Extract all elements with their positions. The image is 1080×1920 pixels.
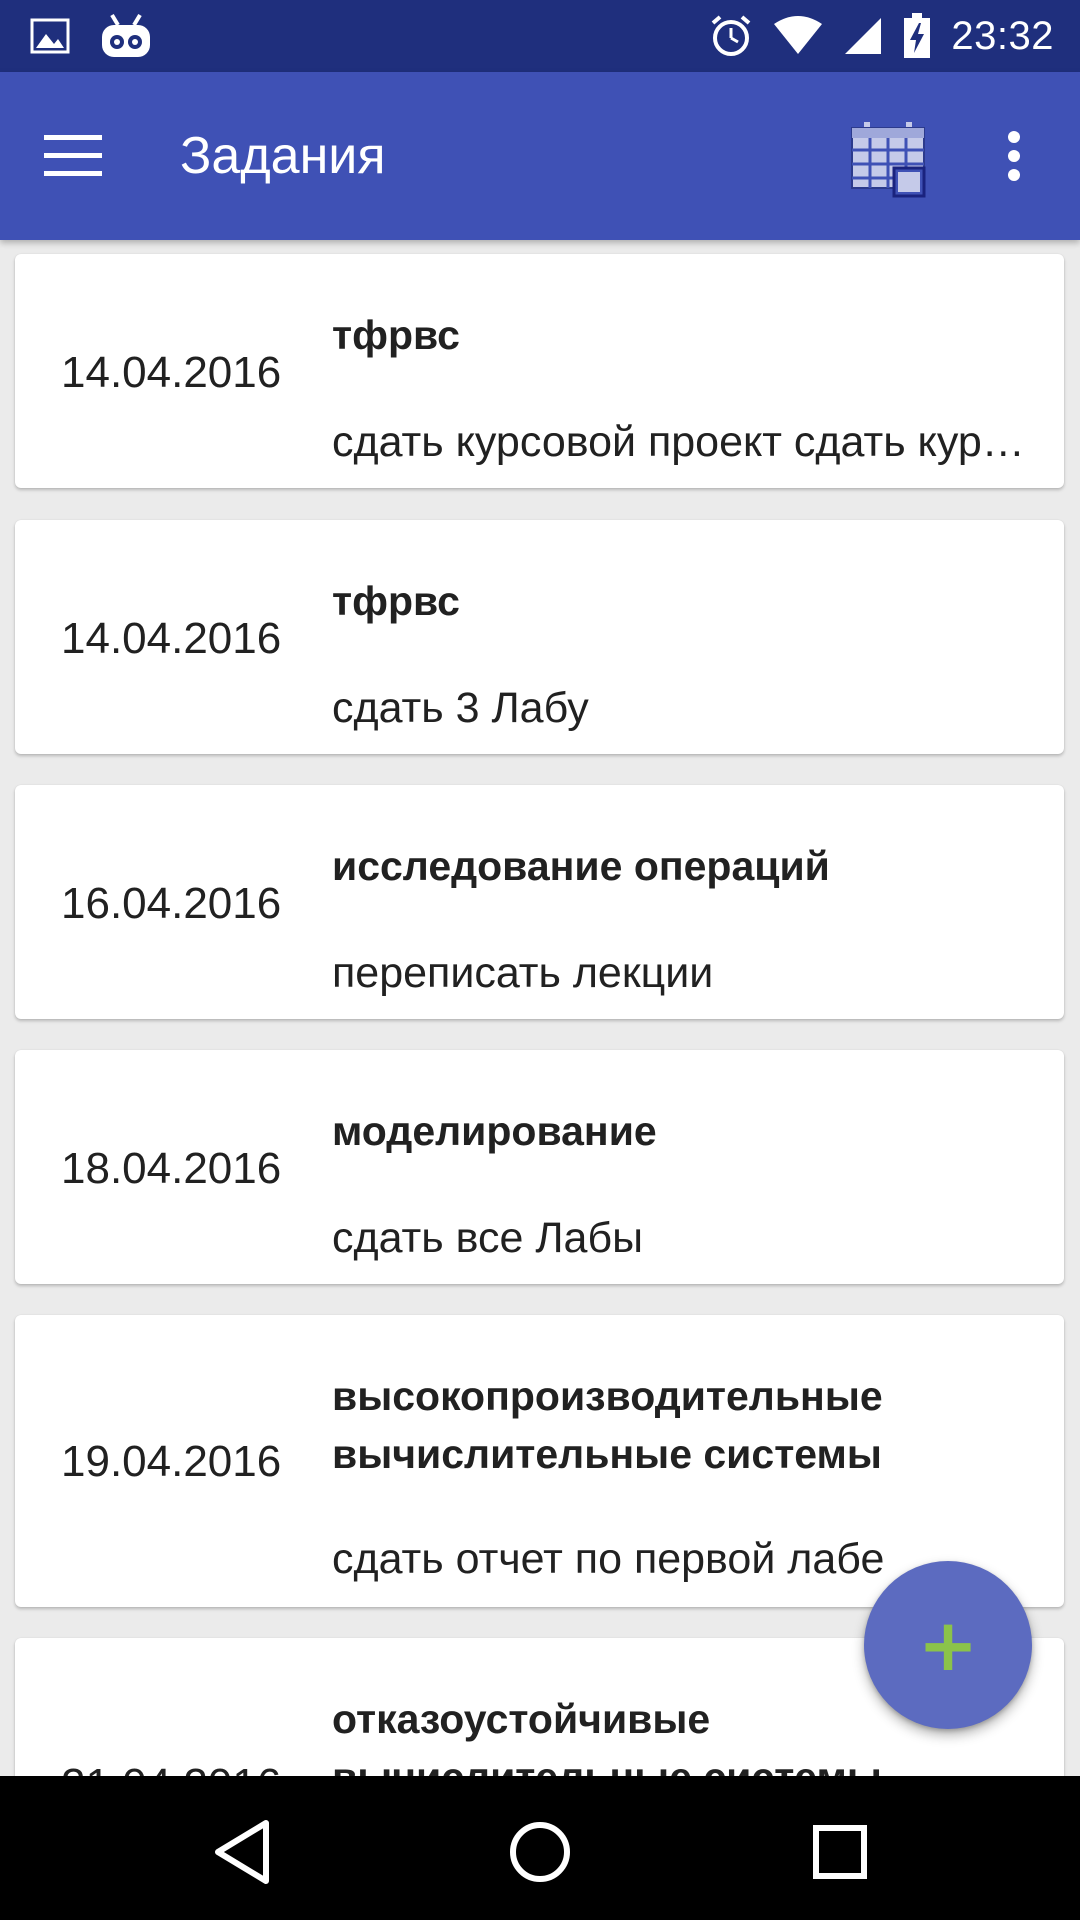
task-date: 21.04.2016 xyxy=(61,1760,281,1776)
wifi-icon xyxy=(773,16,823,56)
status-time: 23:32 xyxy=(951,13,1054,58)
task-list[interactable]: 14.04.2016 тфрвс сдать курсовой проект с… xyxy=(0,240,1080,1776)
task-card[interactable]: 14.04.2016 тфрвс сдать 3 Лабу xyxy=(15,520,1064,754)
task-date: 19.04.2016 xyxy=(61,1437,282,1486)
status-right-icons: 23:32 xyxy=(709,10,1054,62)
status-left-icons xyxy=(30,12,152,60)
calendar-icon[interactable] xyxy=(848,120,928,200)
task-date: 14.04.2016 xyxy=(61,614,282,663)
task-subject: тфрвс xyxy=(332,578,460,624)
task-subject: высокопроизводительные вычислительные си… xyxy=(332,1373,883,1477)
task-subject: моделирование xyxy=(332,1108,657,1154)
back-icon[interactable] xyxy=(202,1812,282,1892)
image-icon xyxy=(30,18,70,54)
task-date: 14.04.2016 xyxy=(61,348,282,397)
task-description: сдать курсовой проект сдать курсовой про… xyxy=(332,418,1027,466)
android-debug-icon xyxy=(100,13,152,59)
add-task-button[interactable]: + xyxy=(864,1561,1032,1729)
task-date: 18.04.2016 xyxy=(61,1144,282,1193)
battery-charging-icon xyxy=(903,13,931,59)
more-vert-icon[interactable] xyxy=(990,124,1038,188)
recents-icon[interactable] xyxy=(800,1812,880,1892)
task-card[interactable]: 14.04.2016 тфрвс сдать курсовой проект с… xyxy=(15,254,1064,488)
navigation-bar xyxy=(0,1776,1080,1920)
task-description: переписать лекции xyxy=(332,949,714,997)
screen: 23:32 Задания 14.04.2016 тфрвс сдать кур… xyxy=(0,0,1080,1920)
task-description: сдать все Лабы xyxy=(332,1214,643,1262)
task-subject: тфрвс xyxy=(332,312,460,358)
app-bar: Задания xyxy=(0,72,1080,240)
add-icon: + xyxy=(917,1603,979,1687)
task-description: сдать 3 Лабу xyxy=(332,684,589,732)
alarm-icon xyxy=(709,14,753,58)
home-icon[interactable] xyxy=(500,1812,580,1892)
task-subject: исследование операций xyxy=(332,843,830,889)
signal-icon xyxy=(843,16,883,56)
page-title: Задания xyxy=(180,127,386,185)
task-card[interactable]: 19.04.2016 высокопроизводительные вычисл… xyxy=(15,1315,1064,1607)
task-card[interactable]: 16.04.2016 исследование операций перепис… xyxy=(15,785,1064,1019)
task-card[interactable]: 18.04.2016 моделирование сдать все Лабы xyxy=(15,1050,1064,1284)
status-bar: 23:32 xyxy=(0,0,1080,72)
hamburger-menu-icon[interactable] xyxy=(44,124,124,188)
task-date: 16.04.2016 xyxy=(61,879,282,928)
